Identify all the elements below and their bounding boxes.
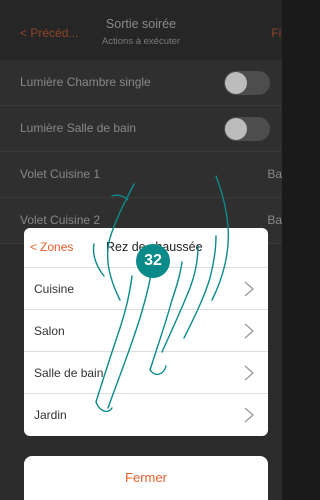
close-button[interactable]: Fermer	[24, 456, 268, 500]
zone-item-jardin[interactable]: Jardin	[24, 394, 268, 436]
chevron-right-icon	[244, 365, 254, 381]
row-label: Lumière Salle de bain	[20, 121, 137, 135]
page-title: Sortie soirée	[105, 17, 177, 31]
zone-item-salle-de-bain[interactable]: Salle de bain	[24, 352, 268, 394]
toggle-switch[interactable]	[224, 117, 270, 141]
toggle-knob	[225, 72, 247, 94]
screen: < Précéd... Sortie soirée Actions à exéc…	[0, 0, 282, 500]
app-header: < Précéd... Sortie soirée Actions à exéc…	[0, 0, 282, 60]
chevron-right-icon	[244, 281, 254, 297]
row-label: Lumière Chambre single	[20, 75, 151, 89]
action-row-shutter-kitchen-1[interactable]: Volet Cuisine 1 Bas	[0, 152, 282, 198]
row-value: Bas	[267, 167, 282, 181]
row-label: Volet Cuisine 2	[20, 213, 101, 227]
chevron-left-icon: <	[30, 240, 38, 254]
toggle-knob	[225, 118, 247, 140]
row-label: Volet Cuisine 1	[20, 167, 101, 181]
zone-item-label: Salon	[34, 324, 65, 338]
close-label: Fermer	[125, 470, 167, 485]
zone-item-salon[interactable]: Salon	[24, 310, 268, 352]
chevron-right-icon	[244, 323, 254, 339]
page-subtitle: Actions à exécuter	[101, 36, 181, 47]
zone-item-label: Cuisine	[34, 282, 75, 296]
row-value: Bas	[267, 213, 282, 227]
zones-back-button[interactable]: < Zones	[30, 240, 73, 254]
zone-item-label: Jardin	[34, 408, 67, 422]
zone-item-label: Salle de bain	[34, 366, 104, 380]
toggle-switch[interactable]	[224, 71, 270, 95]
finish-button[interactable]: Fin	[271, 26, 282, 40]
action-row-light-bathroom[interactable]: Lumière Salle de bain	[0, 106, 282, 152]
step-badge: 32	[136, 244, 170, 278]
action-row-light-bedroom[interactable]: Lumière Chambre single	[0, 60, 282, 106]
chevron-right-icon	[244, 407, 254, 423]
zones-back-label: Zones	[40, 240, 74, 254]
